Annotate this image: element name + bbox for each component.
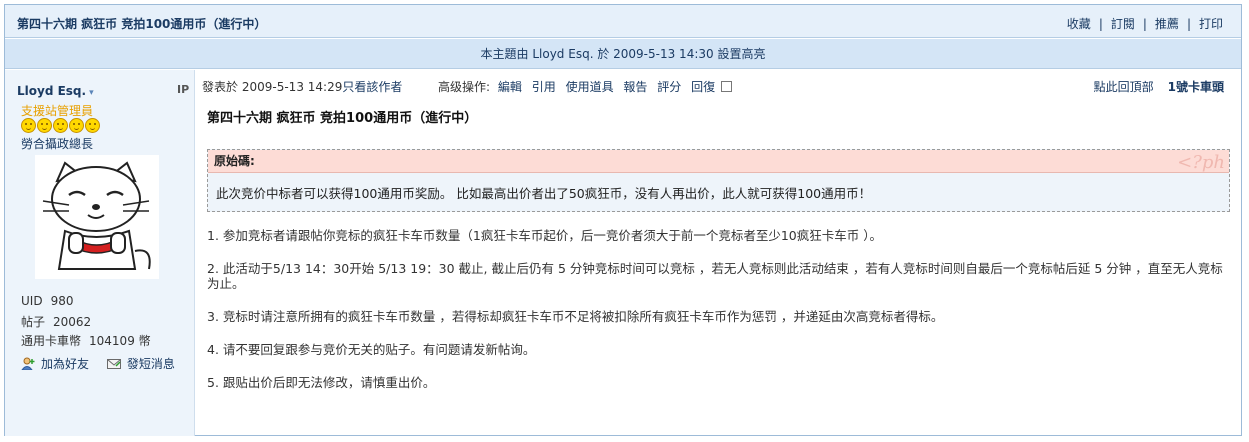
post-frame: 第四十六期 疯狂币 竞拍100通用币（進行中） 收藏 | 訂閱 | 推薦 | 打印 本主題由… [4, 4, 1242, 436]
post-info-bar: 發表於 2009-5-13 14:29只看該作者 高级操作: 編輯 引用 使用道… [202, 78, 733, 95]
post-content: 1. 参加竞标者请跟帖你竞标的疯狂卡车币数量（1疯狂卡车币起价，后一竞价者须大于… [207, 228, 1232, 408]
thread-title-bar: 第四十六期 疯狂币 竞拍100通用币（進行中） 收藏 | 訂閱 | 推薦 | 打印 [5, 5, 1241, 38]
ip-label[interactable]: IP [177, 83, 189, 96]
author-name-text[interactable]: Lloyd Esq. [17, 84, 86, 98]
rule-item: 4. 请不要回复跟参与竞价无关的贴子。有问题请发新帖询。 [207, 342, 536, 357]
rule-item: 2. 此活动于5/13 14：30开始 5/13 19：30 截止, 截止后仍有… [207, 261, 1223, 291]
recommend-link[interactable]: 推薦 [1155, 17, 1179, 31]
chevron-down-icon[interactable]: ▾ [89, 88, 94, 98]
add-friend-button[interactable]: 加為好友 [21, 355, 89, 372]
code-watermark: <?ph [1177, 152, 1225, 173]
stat-value: 104109 幣 [89, 334, 151, 348]
use-item-link[interactable]: 使用道具 [566, 80, 614, 94]
stat-label: 通用卡車幣 [21, 334, 82, 348]
star-icon [85, 118, 100, 133]
author-rank: 支援站管理員 [21, 104, 94, 118]
author-sidebar: Lloyd Esq. ▾ IP 支援站管理員 勞合攝政總長 UID 980 帖子… [5, 70, 195, 436]
thread-title: 第四十六期 疯狂币 竞拍100通用币（進行中） [17, 17, 267, 31]
select-checkbox[interactable] [721, 81, 733, 92]
rule-item: 5. 跟贴出价后即无法修改，请慎重出价。 [207, 375, 436, 390]
star-icon [69, 118, 84, 133]
author-name[interactable]: Lloyd Esq. ▾ [17, 84, 94, 98]
floor-number: 1號卡車頭 [1167, 80, 1224, 94]
report-link[interactable]: 報告 [623, 80, 647, 94]
quote-link[interactable]: 引用 [532, 80, 556, 94]
only-author-link[interactable]: 只看該作者 [342, 80, 402, 94]
send-message-label[interactable]: 發短消息 [127, 357, 175, 371]
edit-link[interactable]: 編輯 [498, 80, 522, 94]
subscribe-link[interactable]: 訂閱 [1111, 17, 1135, 31]
avatar-cat-image [35, 155, 159, 279]
star-icon [21, 118, 36, 133]
add-friend-icon [21, 357, 35, 370]
print-link[interactable]: 打印 [1199, 17, 1223, 31]
star-icon [53, 118, 68, 133]
message-icon [106, 359, 121, 369]
send-message-button[interactable]: 發短消息 [106, 355, 175, 372]
stat-uid: UID 980 [21, 294, 73, 308]
favorite-link[interactable]: 收藏 [1067, 17, 1091, 31]
posted-time: 2009-5-13 14:29 [241, 80, 343, 94]
separator: | [1098, 17, 1103, 31]
reply-link[interactable]: 回復 [691, 80, 715, 94]
rule-item: 1. 参加竞标者请跟帖你竞标的疯狂卡车币数量（1疯狂卡车币起价，后一竞价者须大于… [207, 228, 882, 243]
stat-label: 帖子 [21, 315, 46, 329]
highlight-notice: 本主題由 Lloyd Esq. 於 2009-5-13 14:30 設置高亮 [5, 39, 1241, 69]
code-block-header: 原始碼: [208, 150, 1229, 173]
add-friend-label[interactable]: 加為好友 [41, 357, 89, 371]
author-actions: 加為好友 發短消息 [21, 355, 189, 372]
avatar[interactable] [35, 155, 159, 279]
advanced-label: 高级操作: [438, 80, 491, 94]
floor-info: 點此回頂部 1號卡車頭 [1094, 78, 1224, 95]
stat-value: 980 [50, 294, 74, 308]
rank-stars [21, 118, 101, 134]
code-block: 原始碼: <?ph 此次竞价中标者可以获得100通用币奖励。 比如最高出价者出了… [207, 149, 1230, 212]
back-to-top-link[interactable]: 點此回頂部 [1094, 80, 1154, 94]
rule-item: 3. 竞标时请注意所拥有的疯狂卡车币数量 ，若得标却疯狂卡车币不足将被扣除所有疯… [207, 309, 944, 324]
code-block-text: 此次竞价中标者可以获得100通用币奖励。 比如最高出价者出了50疯狂币，没有人再… [216, 186, 872, 201]
stat-label: UID [21, 294, 43, 308]
author-group: 勞合攝政總長 [21, 137, 94, 151]
stat-coins: 通用卡車幣 104109 幣 [21, 332, 151, 349]
posted-label: 發表於 [202, 80, 239, 94]
star-icon [37, 118, 52, 133]
post-title: 第四十六期 疯狂币 竞拍100通用币（進行中） [207, 111, 478, 126]
rate-link[interactable]: 評分 [657, 80, 681, 94]
thread-actions: 收藏 | 訂閱 | 推薦 | 打印 [1067, 15, 1223, 32]
stat-value: 20062 [53, 315, 92, 329]
post-main: 發表於 2009-5-13 14:29只看該作者 高级操作: 編輯 引用 使用道… [196, 70, 1242, 436]
separator: | [1186, 17, 1191, 31]
separator: | [1142, 17, 1147, 31]
stat-posts: 帖子 20062 [21, 313, 91, 330]
